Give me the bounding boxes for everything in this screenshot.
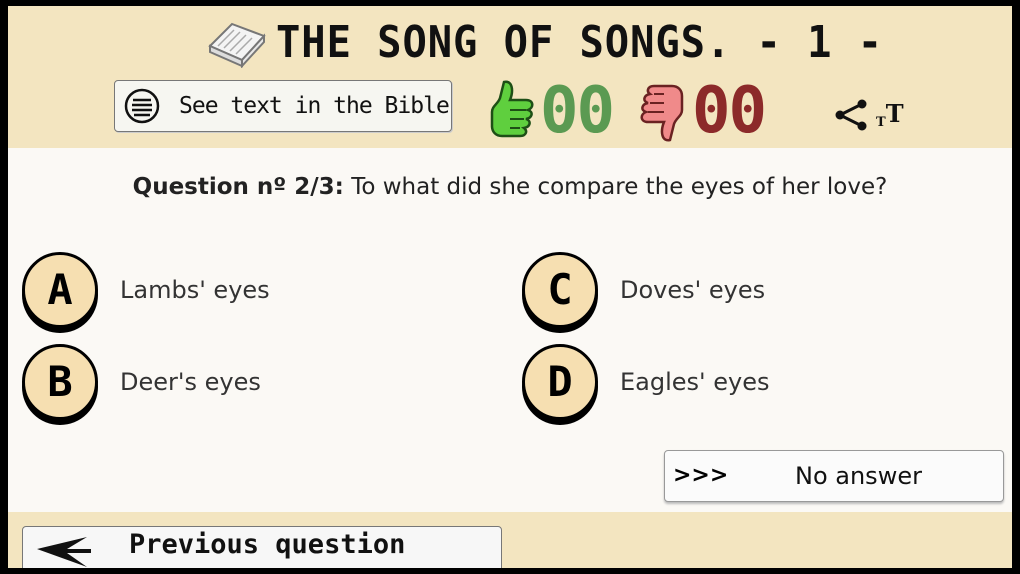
app-frame: THE SONG OF SONGS. - 1 - See text in the… (8, 6, 1012, 568)
answer-text-d[interactable]: Eagles' eyes (620, 344, 770, 420)
question-text: To what did she compare the eyes of her … (351, 174, 888, 200)
footer-bar: Previous question (8, 512, 1012, 568)
no-answer-button[interactable]: >>> No answer (664, 450, 1004, 502)
see-text-button[interactable]: See text in the Bible (114, 80, 452, 132)
answer-letter-d[interactable]: D (522, 344, 598, 420)
bible-icon (208, 22, 266, 68)
thumbs-down-icon (640, 84, 684, 142)
list-icon (124, 88, 160, 124)
see-text-label: See text in the Bible (179, 93, 450, 119)
answer-text-c[interactable]: Doves' eyes (620, 252, 765, 328)
answer-letter-c[interactable]: C (522, 252, 598, 328)
previous-question-label: Previous question (129, 529, 406, 560)
correct-count: 00 (540, 74, 615, 148)
page-title: THE SONG OF SONGS. - 1 - (276, 17, 883, 68)
arrow-left-icon (37, 537, 91, 567)
answer-letter-a[interactable]: A (22, 252, 98, 328)
thumbs-up-icon (490, 80, 534, 138)
font-size-icon[interactable]: TT (876, 96, 904, 132)
answer-letter-b[interactable]: B (22, 344, 98, 420)
previous-question-button[interactable]: Previous question (22, 526, 502, 568)
question: Question nº 2/3: To what did she compare… (8, 174, 1012, 200)
answer-text-b[interactable]: Deer's eyes (120, 344, 261, 420)
question-number: Question nº 2/3: (132, 174, 344, 200)
header-bar: THE SONG OF SONGS. - 1 - See text in the… (8, 6, 1012, 148)
no-answer-label: No answer (795, 462, 922, 490)
font-size-small-glyph: T (876, 115, 886, 130)
answer-text-a[interactable]: Lambs' eyes (120, 252, 270, 328)
wrong-count: 00 (692, 74, 767, 148)
font-size-big-glyph: T (885, 99, 904, 128)
skip-arrows-icon: >>> (673, 463, 729, 488)
share-icon[interactable] (834, 98, 868, 132)
quiz-content: Question nº 2/3: To what did she compare… (8, 148, 1012, 512)
